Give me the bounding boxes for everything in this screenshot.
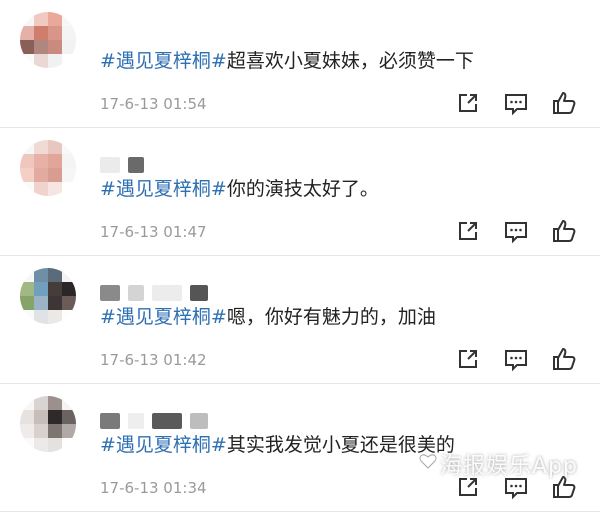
like-button[interactable] [551, 90, 577, 116]
topic-hashtag-link[interactable]: #遇见夏梓桐# [100, 306, 227, 328]
comment-actions [455, 218, 577, 244]
comment-icon [503, 90, 529, 116]
comment-text: #遇见夏梓桐#其实我发觉小夏还是很美的 [100, 432, 455, 458]
comment-item: #遇见夏梓桐#你的演技太好了。 17-6-13 01:47 [0, 128, 600, 256]
comment-actions [455, 90, 577, 116]
comment-timestamp: 17-6-13 01:34 [100, 479, 207, 497]
comment-icon [503, 218, 529, 244]
like-button[interactable] [551, 218, 577, 244]
avatar[interactable] [20, 12, 76, 68]
comment-text: #遇见夏梓桐#你的演技太好了。 [100, 176, 379, 202]
comment-timestamp: 17-6-13 01:47 [100, 223, 207, 241]
comment-timestamp: 17-6-13 01:42 [100, 351, 207, 369]
share-icon [455, 346, 481, 372]
reply-button[interactable] [503, 346, 529, 372]
comment-body: 嗯，你好有魅力的，加油 [226, 306, 436, 328]
comment-text: #遇见夏梓桐#超喜欢小夏妹妹，必须赞一下 [100, 48, 474, 74]
avatar[interactable] [20, 140, 76, 196]
share-icon [455, 218, 481, 244]
comment-list: #遇见夏梓桐#超喜欢小夏妹妹，必须赞一下 17-6-13 01:54 #遇见夏梓桐#… [0, 0, 600, 512]
watermark-text: 海报娱乐App [440, 454, 578, 479]
username-blurred[interactable] [100, 154, 144, 176]
like-icon [551, 346, 577, 372]
topic-hashtag-link[interactable]: #遇见夏梓桐# [100, 50, 227, 72]
like-icon [551, 218, 577, 244]
avatar[interactable] [20, 268, 76, 324]
comment-item: #遇见夏梓桐#嗯，你好有魅力的，加油 17-6-13 01:42 [0, 256, 600, 384]
comment-body: 超喜欢小夏妹妹，必须赞一下 [226, 50, 474, 72]
avatar[interactable] [20, 396, 76, 452]
comment-icon [503, 346, 529, 372]
like-icon [551, 90, 577, 116]
reply-button[interactable] [503, 90, 529, 116]
username-blurred[interactable] [100, 282, 208, 304]
watermark-logo-icon [418, 451, 438, 471]
comment-item: #遇见夏梓桐#超喜欢小夏妹妹，必须赞一下 17-6-13 01:54 [0, 0, 600, 128]
share-button[interactable] [455, 218, 481, 244]
comment-body: 你的演技太好了。 [226, 178, 379, 200]
share-icon [455, 90, 481, 116]
share-button[interactable] [455, 90, 481, 116]
username-blurred[interactable] [100, 410, 208, 432]
comment-actions [455, 346, 577, 372]
topic-hashtag-link[interactable]: #遇见夏梓桐# [100, 434, 227, 456]
share-button[interactable] [455, 346, 481, 372]
comment-timestamp: 17-6-13 01:54 [100, 95, 207, 113]
comment-text: #遇见夏梓桐#嗯，你好有魅力的，加油 [100, 304, 436, 330]
reply-button[interactable] [503, 218, 529, 244]
topic-hashtag-link[interactable]: #遇见夏梓桐# [100, 178, 227, 200]
like-button[interactable] [551, 346, 577, 372]
